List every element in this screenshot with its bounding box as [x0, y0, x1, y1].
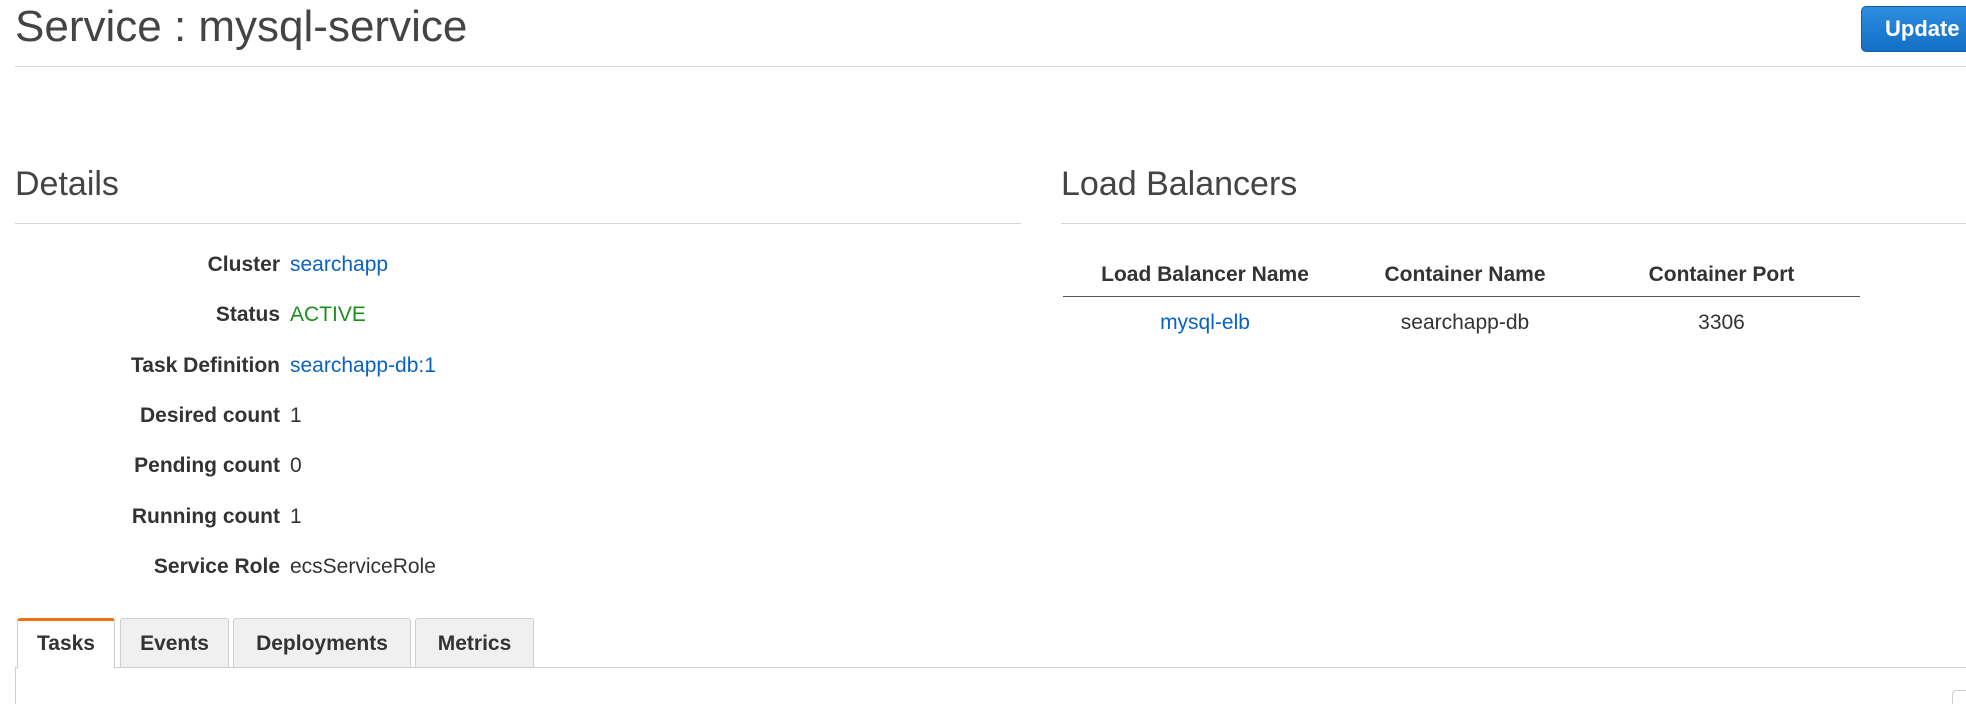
load-balancer-name-cell: mysql-elb — [1063, 297, 1347, 350]
table-row: mysql-elb searchapp-db 3306 — [1063, 297, 1860, 350]
load-balancers-heading: Load Balancers — [1061, 165, 1298, 203]
task-definition-link[interactable]: searchapp-db:1 — [290, 351, 436, 381]
detail-row-desired-count: Desired count 1 — [15, 401, 715, 431]
tab-metrics[interactable]: Metrics — [415, 618, 534, 668]
header-divider — [15, 66, 1966, 67]
cluster-link[interactable]: searchapp — [290, 250, 388, 280]
load-balancer-link[interactable]: mysql-elb — [1160, 311, 1250, 334]
load-balancers-divider — [1061, 223, 1966, 224]
detail-row-status: Status ACTIVE — [15, 300, 715, 330]
detail-label-service-role: Service Role — [153, 555, 280, 578]
tab-bar-divider — [15, 667, 1966, 668]
load-balancers-table: Load Balancer Name Container Name Contai… — [1063, 254, 1860, 349]
container-port-cell: 3306 — [1698, 311, 1745, 334]
details-divider — [15, 223, 1021, 224]
running-count-value: 1 — [290, 505, 302, 528]
column-header-load-balancer-name: Load Balancer Name — [1063, 254, 1347, 297]
page-title: Service : mysql-service — [15, 2, 468, 51]
tab-deployments[interactable]: Deployments — [233, 618, 411, 668]
update-button[interactable]: Update — [1861, 6, 1966, 52]
tab-tasks[interactable]: Tasks — [17, 618, 115, 669]
desired-count-value: 1 — [290, 404, 302, 427]
detail-label-desired-count: Desired count — [139, 404, 280, 427]
panel-control[interactable] — [1952, 690, 1966, 704]
details-heading: Details — [15, 165, 119, 203]
pending-count-value: 0 — [290, 454, 302, 477]
status-value: ACTIVE — [290, 303, 366, 326]
tab-panel-border — [15, 668, 16, 704]
detail-label-status: Status — [215, 303, 280, 326]
detail-label-cluster: Cluster — [207, 253, 280, 276]
detail-row-task-definition: Task Definition searchapp-db:1 — [15, 351, 715, 381]
table-header-row: Load Balancer Name Container Name Contai… — [1063, 254, 1860, 297]
detail-label-running-count: Running count — [131, 505, 280, 528]
detail-row-running-count: Running count 1 — [15, 502, 715, 532]
column-header-container-port: Container Port — [1583, 254, 1860, 297]
detail-row-service-role: Service Role ecsServiceRole — [15, 552, 715, 582]
container-name-cell: searchapp-db — [1400, 311, 1530, 334]
service-detail-page: Service : mysql-service Update Details C… — [0, 0, 1966, 704]
detail-row-pending-count: Pending count 0 — [15, 451, 715, 481]
service-role-value: ecsServiceRole — [290, 555, 436, 578]
detail-row-cluster: Cluster searchapp — [15, 250, 715, 280]
tab-events[interactable]: Events — [120, 618, 229, 668]
detail-label-task-definition: Task Definition — [131, 354, 280, 377]
column-header-container-name: Container Name — [1347, 254, 1583, 297]
detail-label-pending-count: Pending count — [134, 454, 280, 477]
